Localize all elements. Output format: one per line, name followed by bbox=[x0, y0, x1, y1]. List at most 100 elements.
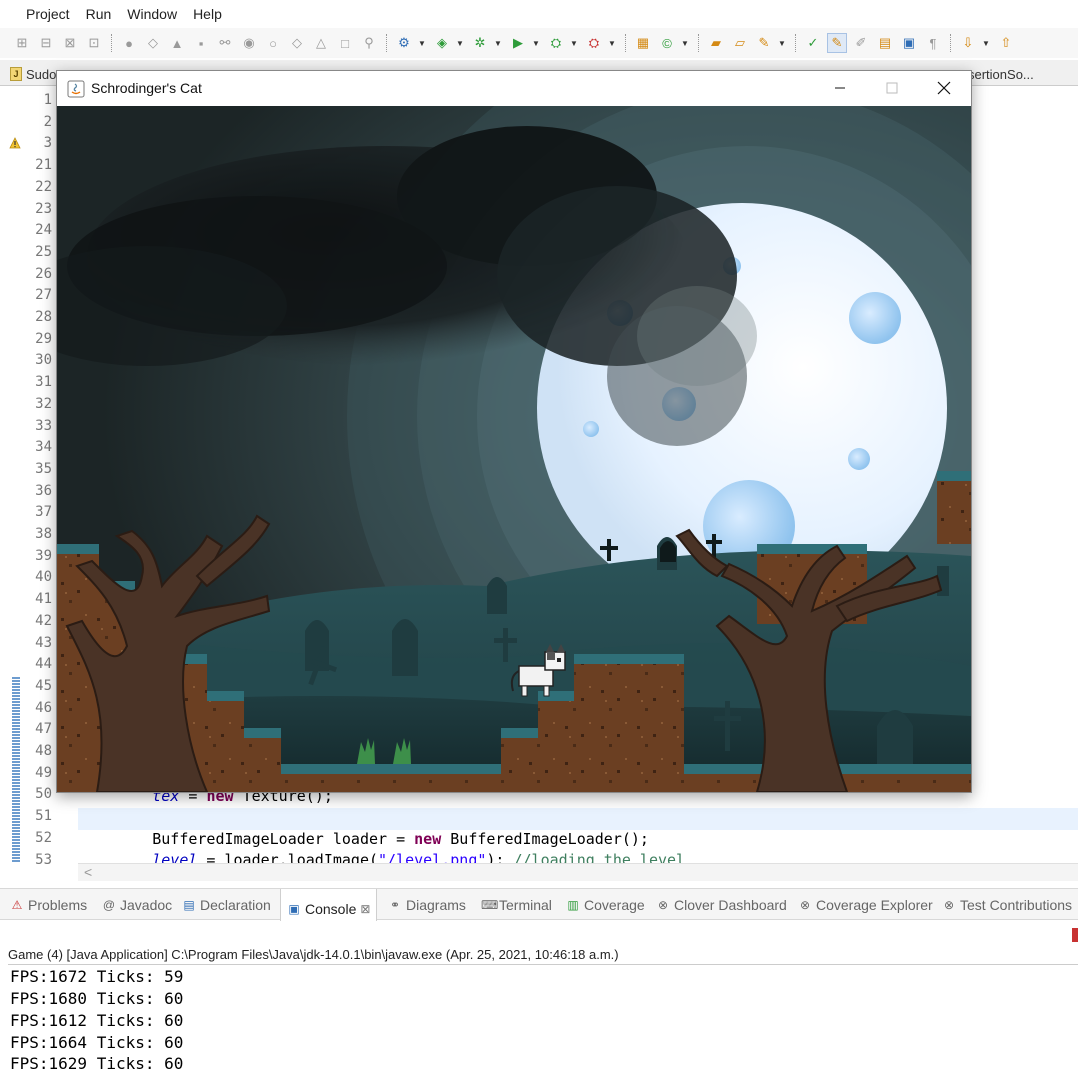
profile-icon[interactable]: ⛭ bbox=[584, 33, 604, 53]
small-circle-icon[interactable]: ○ bbox=[263, 33, 283, 53]
chevron-down-icon[interactable]: ▼ bbox=[532, 39, 542, 48]
outline-triangle-icon[interactable]: △ bbox=[311, 33, 331, 53]
menu-window[interactable]: Window bbox=[119, 6, 185, 22]
line-number: 27 bbox=[35, 287, 52, 304]
chevron-down-icon[interactable]: ▼ bbox=[418, 39, 428, 48]
line-number: 32 bbox=[35, 395, 52, 412]
minimize-button[interactable] bbox=[817, 71, 863, 105]
call-hierarchy-icon[interactable]: ⊠ bbox=[60, 33, 80, 53]
tab-coverage-explorer[interactable]: ⊗ Coverage Explorer bbox=[798, 897, 933, 913]
word-wrap-icon[interactable]: ▤ bbox=[875, 33, 895, 53]
tab-label: Problems bbox=[28, 897, 88, 913]
warning-icon[interactable] bbox=[9, 137, 21, 149]
change-indicator-bar bbox=[12, 676, 20, 862]
square-shape-icon[interactable]: ▪ bbox=[191, 33, 211, 53]
moon-crater bbox=[583, 421, 599, 437]
settings-gear-icon[interactable]: ⚙ bbox=[394, 33, 414, 53]
circle-shape-icon[interactable]: ● bbox=[119, 33, 139, 53]
tab-label: Terminal bbox=[499, 897, 552, 913]
triangle-shape-icon[interactable]: ▲ bbox=[167, 33, 187, 53]
tab-diagrams[interactable]: ⚭ Diagrams bbox=[388, 897, 466, 913]
tab-clover-dashboard[interactable]: ⊗ Clover Dashboard bbox=[656, 897, 787, 913]
maximize-button[interactable] bbox=[869, 71, 915, 105]
type-hierarchy-icon[interactable]: ⊟ bbox=[36, 33, 56, 53]
editor-tab-label: Sudo bbox=[26, 66, 57, 82]
outline-icon[interactable]: ⊡ bbox=[84, 33, 104, 53]
chevron-down-icon[interactable]: ▼ bbox=[608, 39, 618, 48]
new-class-icon[interactable]: © bbox=[657, 33, 677, 53]
next-annotation-icon[interactable]: ⇩ bbox=[958, 33, 978, 53]
line-number: 31 bbox=[35, 374, 52, 391]
toolbar-separator bbox=[386, 34, 387, 52]
open-folder-icon[interactable]: ▱ bbox=[730, 33, 750, 53]
outline-square-icon[interactable]: □ bbox=[335, 33, 355, 53]
run-icon[interactable]: ▶ bbox=[508, 33, 528, 53]
connector-icon[interactable]: ⚯ bbox=[215, 33, 235, 53]
close-icon[interactable]: ⊠ bbox=[360, 902, 370, 916]
hierarchy-icon[interactable]: ⊞ bbox=[12, 33, 32, 53]
line-number: 36 bbox=[35, 482, 52, 499]
menu-run[interactable]: Run bbox=[78, 6, 120, 22]
coverage-run-icon[interactable]: ◈ bbox=[432, 33, 452, 53]
chevron-down-icon[interactable]: ▼ bbox=[456, 39, 466, 48]
small-diamond-icon[interactable]: ◇ bbox=[287, 33, 307, 53]
line-number: 42 bbox=[35, 612, 52, 629]
search-icon[interactable]: ✎ bbox=[754, 33, 774, 53]
diamond-shape-icon[interactable]: ◇ bbox=[143, 33, 163, 53]
moon-crater bbox=[848, 448, 870, 470]
show-source-icon[interactable]: ▣ bbox=[899, 33, 919, 53]
block-selection-icon[interactable]: ✐ bbox=[851, 33, 871, 53]
problems-icon: ⚠ bbox=[11, 898, 23, 912]
tab-terminal[interactable]: ⌨ Terminal bbox=[481, 897, 552, 913]
tab-label: Coverage bbox=[584, 897, 645, 913]
code-line-53[interactable]: level = loader.loadImage("/level.png"); … bbox=[80, 851, 685, 863]
menu-help[interactable]: Help bbox=[185, 6, 230, 22]
tab-declaration[interactable]: ▤ Declaration bbox=[182, 897, 271, 913]
tab-label: Declaration bbox=[200, 897, 271, 913]
tab-console[interactable]: ▣ Console ⊠ bbox=[280, 889, 378, 921]
chevron-down-icon[interactable]: ▼ bbox=[778, 39, 788, 48]
terminal-icon: ⌨ bbox=[481, 898, 499, 912]
task-icon[interactable]: ✓ bbox=[803, 33, 823, 53]
line-number: 1 bbox=[43, 92, 52, 108]
horizontal-scrollbar[interactable]: < bbox=[78, 863, 1078, 881]
editor-tab-insertionsort[interactable]: sertionSo... bbox=[968, 64, 1034, 84]
line-number: 22 bbox=[35, 178, 52, 195]
chevron-down-icon[interactable]: ▼ bbox=[570, 39, 580, 48]
tab-label: Diagrams bbox=[406, 897, 466, 913]
code-line-52[interactable]: BufferedImageLoader loader = new Buffere… bbox=[80, 830, 649, 848]
game-canvas[interactable] bbox=[57, 106, 971, 792]
moon-crater bbox=[849, 292, 901, 344]
tab-javadoc[interactable]: @ Javadoc bbox=[102, 897, 172, 913]
ellipse-icon[interactable]: ◉ bbox=[239, 33, 259, 53]
line-number: 28 bbox=[35, 309, 52, 325]
tab-test-contributions[interactable]: ⊗ Test Contributions bbox=[942, 897, 1072, 913]
external-tools-icon[interactable]: ⛭ bbox=[546, 33, 566, 53]
scroll-left-icon[interactable]: < bbox=[84, 864, 92, 880]
console-icon: ▣ bbox=[288, 902, 300, 916]
link-icon[interactable]: ⚲ bbox=[359, 33, 379, 53]
terminate-button[interactable] bbox=[1072, 928, 1078, 942]
chevron-down-icon[interactable]: ▼ bbox=[681, 39, 691, 48]
tab-coverage[interactable]: ▥ Coverage bbox=[566, 897, 645, 913]
previous-annotation-icon[interactable]: ⇧ bbox=[996, 33, 1016, 53]
game-window[interactable]: Schrodinger's Cat bbox=[56, 70, 972, 793]
open-type-icon[interactable]: ▰ bbox=[706, 33, 726, 53]
game-window-titlebar[interactable]: Schrodinger's Cat bbox=[57, 71, 971, 106]
console-line: FPS:1629 Ticks: 60 bbox=[10, 1054, 184, 1073]
toolbar-separator bbox=[795, 34, 796, 52]
chevron-down-icon[interactable]: ▼ bbox=[982, 39, 992, 48]
editor-tab-sudoku[interactable]: J Sudo bbox=[10, 64, 56, 84]
whitespace-icon[interactable]: ¶ bbox=[923, 33, 943, 53]
line-number: 44 bbox=[35, 656, 52, 673]
mark-occurrences-icon[interactable]: ✎ bbox=[827, 33, 847, 53]
line-number: 26 bbox=[35, 265, 52, 282]
menu-project[interactable]: Project bbox=[18, 6, 78, 22]
tab-problems[interactable]: ⚠ Problems bbox=[10, 897, 88, 913]
chevron-down-icon[interactable]: ▼ bbox=[494, 39, 504, 48]
tab-label: Coverage Explorer bbox=[816, 897, 933, 913]
new-package-icon[interactable]: ▦ bbox=[633, 33, 653, 53]
debug-bug-icon[interactable]: ✲ bbox=[470, 33, 490, 53]
close-button[interactable] bbox=[921, 71, 967, 105]
java-icon bbox=[67, 80, 85, 98]
